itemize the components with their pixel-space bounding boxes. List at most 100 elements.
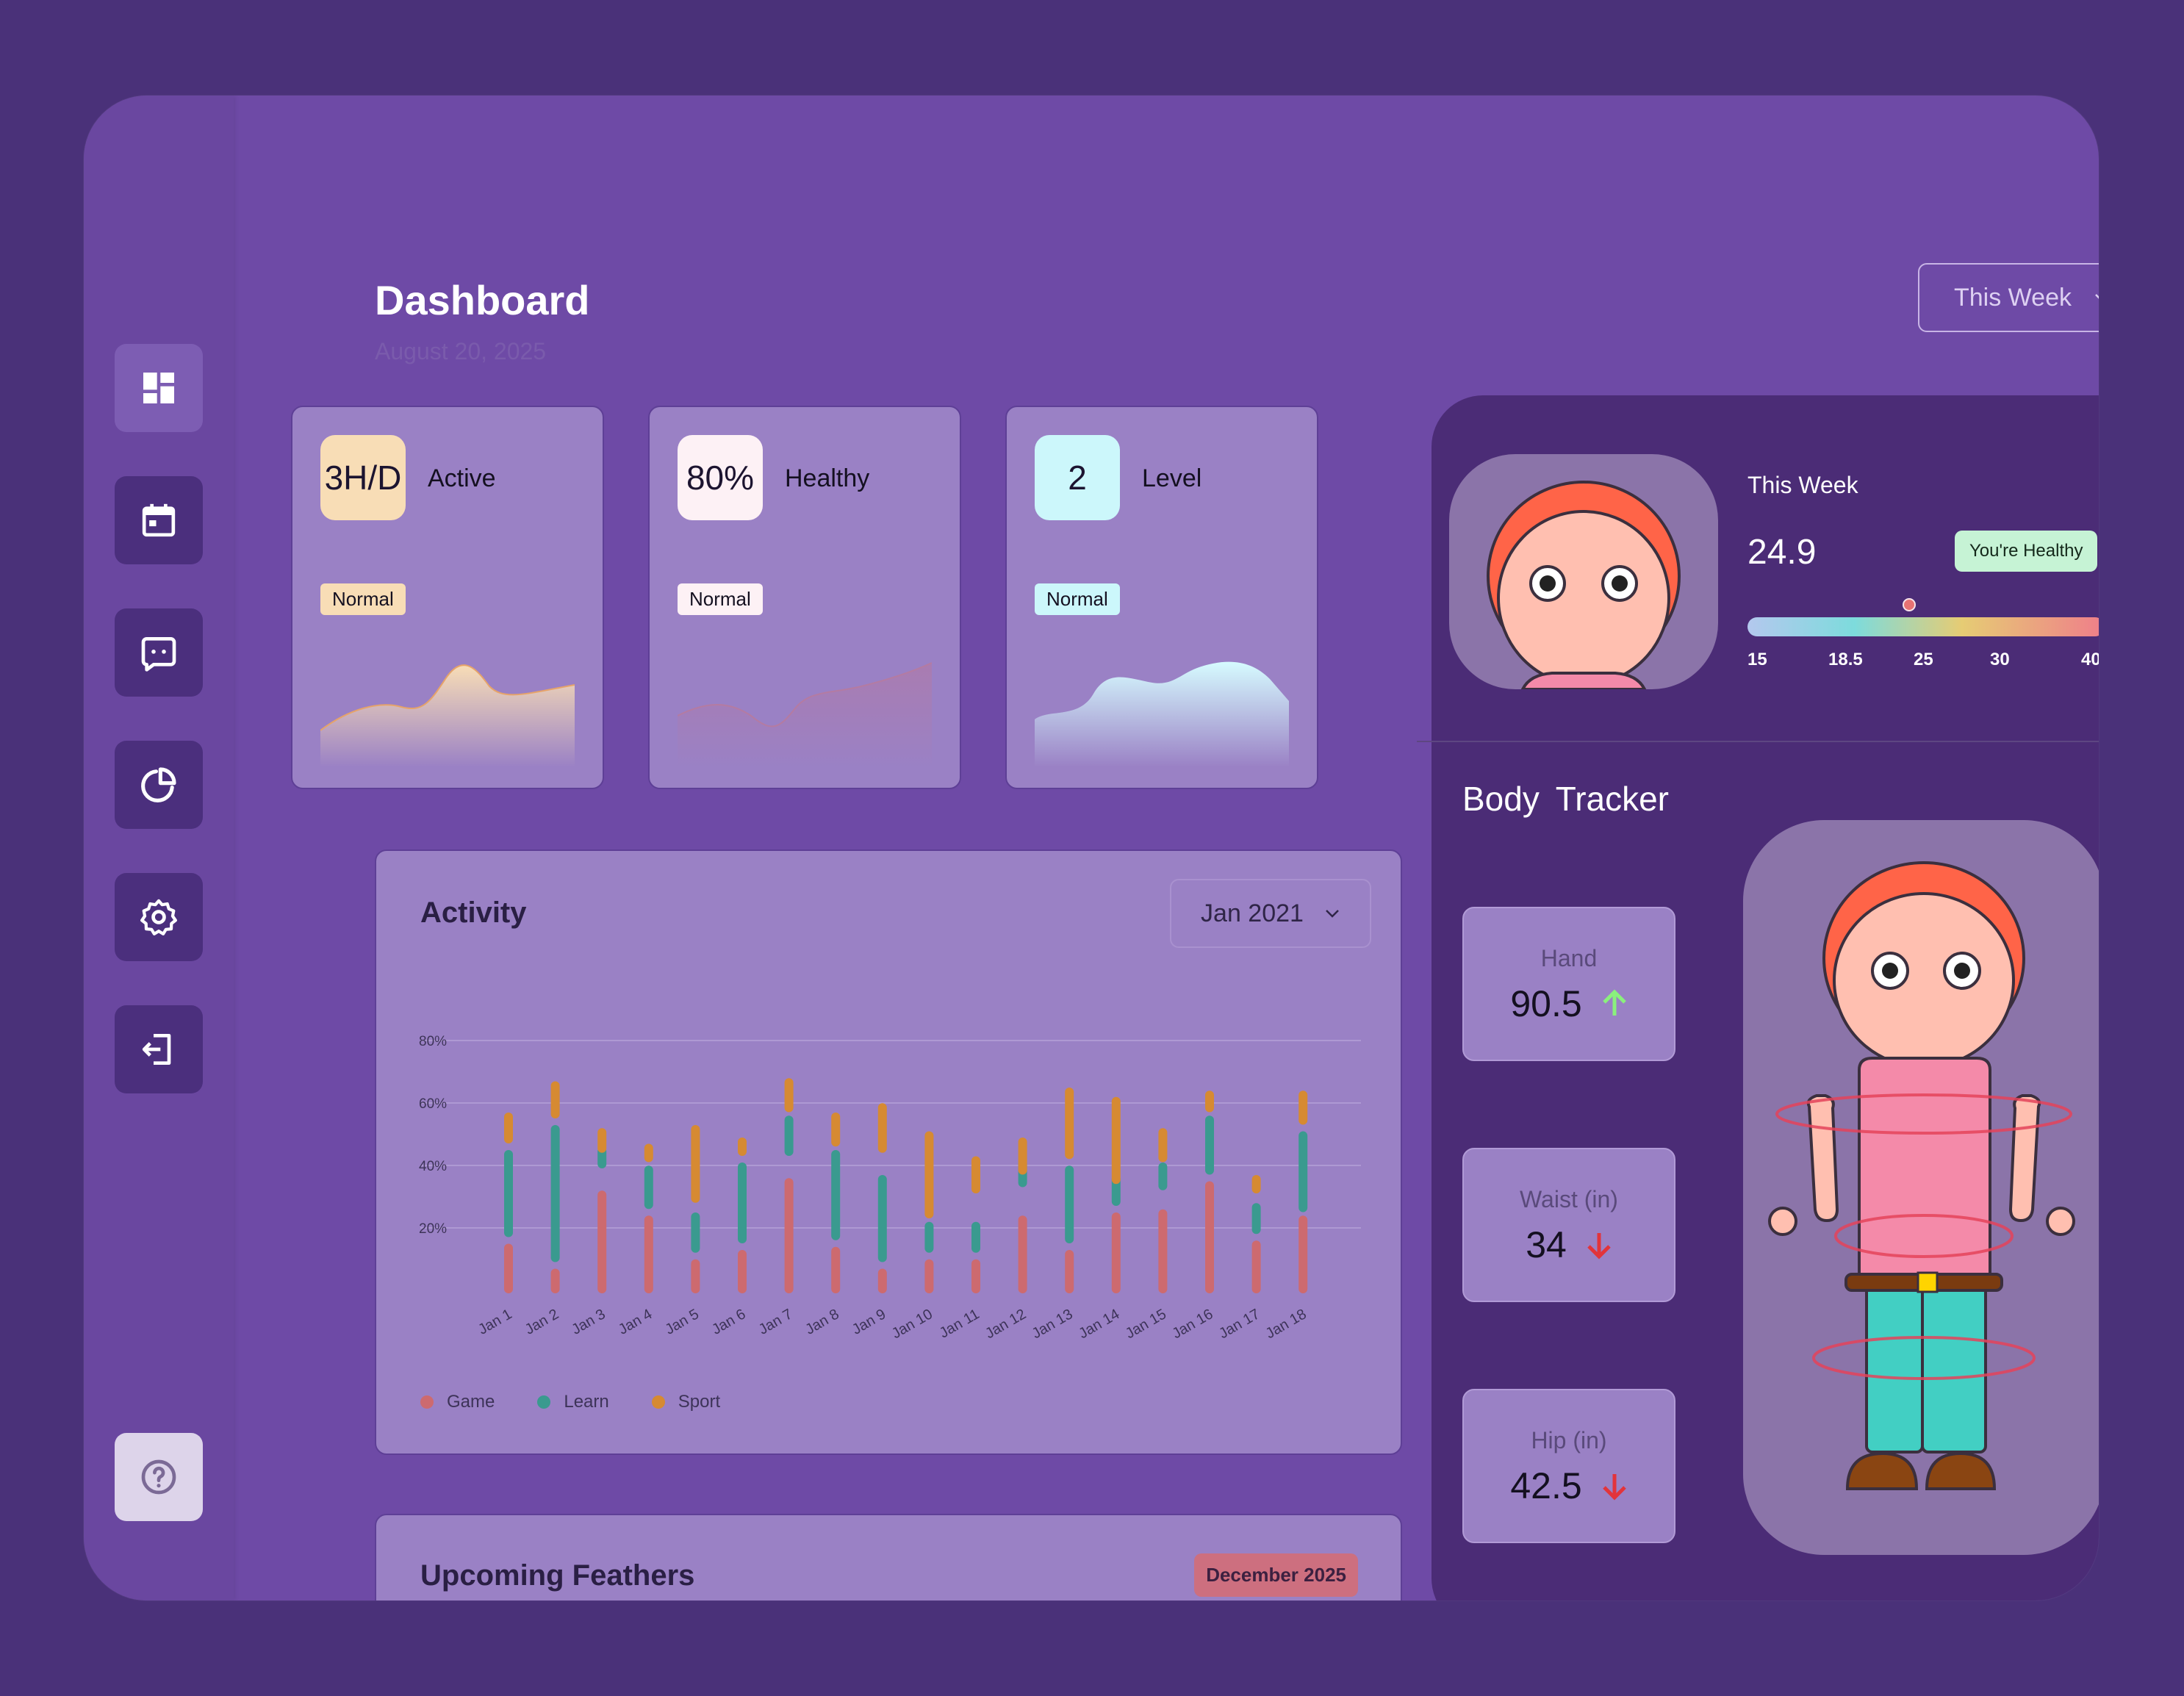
avatar [1449, 454, 1718, 689]
stat-value-box: 2 [1035, 435, 1120, 520]
y-tick-label: 40% [419, 1159, 447, 1174]
stat-card-healthy: 80% Healthy Normal [648, 406, 961, 789]
sparkline-chart [1035, 661, 1289, 767]
app-frame: Dashboard August 20, 2025 This Week 3H/D… [84, 96, 2099, 1600]
measure-value-row: 90.5 [1464, 982, 1674, 1025]
page-date: August 20, 2025 [375, 338, 547, 364]
stat-value-box: 80% [678, 435, 763, 520]
help-icon [141, 1459, 176, 1495]
x-tick-label: Jan 6 [709, 1306, 748, 1338]
stat-value: 3H/D [324, 459, 402, 497]
upcoming-title: Upcoming Feathers [420, 1559, 695, 1592]
health-status-badge: You're Healthy [1955, 531, 2098, 572]
stat-value-box: 3H/D [320, 435, 406, 520]
measure-card-hip[interactable]: Hip (in) 42.5 [1462, 1389, 1675, 1543]
upcoming-panel[interactable]: Upcoming Feathers December 2025 [375, 1514, 1402, 1600]
bmi-scale-bar [1747, 617, 2099, 636]
measure-value-row: 34 [1464, 1224, 1674, 1266]
x-tick-label: Jan 8 [802, 1306, 841, 1338]
calendar-icon [142, 503, 176, 537]
measure-label: Waist (in) [1520, 1186, 1618, 1212]
stat-card-level: 2 Level Normal [1005, 406, 1318, 789]
x-tick-label: Jan 7 [756, 1306, 795, 1338]
bmi-tick: 25 [1914, 650, 1933, 669]
health-panel: This Week 24.9 You're Healthy 15 18.5 25… [1417, 395, 2099, 1600]
logout-icon [142, 1034, 171, 1065]
arrow-down-icon [1587, 1233, 1611, 1260]
dashboard-icon [143, 373, 174, 403]
help-button[interactable] [115, 1433, 203, 1521]
y-tick-label: 80% [419, 1034, 447, 1049]
x-tick-label: Jan 4 [616, 1306, 655, 1338]
stat-label: Active [428, 464, 496, 492]
measure-value-row: 42.5 [1464, 1465, 1674, 1507]
legend-label: Game [447, 1392, 495, 1412]
nav-logout-button[interactable] [115, 1005, 203, 1093]
y-tick-label: 20% [419, 1221, 447, 1237]
nav-settings-button[interactable] [115, 873, 203, 961]
stat-value: 80% [686, 459, 755, 497]
body-figure-illustration [1768, 861, 2075, 1490]
nav-calendar-button[interactable] [115, 476, 203, 564]
legend-dot [420, 1395, 434, 1409]
bmi-period-label: This Week [1747, 472, 1858, 498]
bmi-tick: 15 [1747, 650, 1767, 669]
measure-value: 34 [1526, 1224, 1567, 1265]
x-tick-label: Jan 1 [475, 1306, 514, 1338]
page-title: Dashboard [375, 277, 590, 323]
pie-chart-icon [141, 767, 176, 802]
body-figure-card [1743, 820, 2099, 1555]
measure-card-hand[interactable]: Hand 90.5 [1462, 907, 1675, 1061]
legend-dot [651, 1395, 665, 1409]
chevron-down-icon [2095, 294, 2099, 299]
stat-label: Level [1142, 464, 1202, 492]
legend-dot [537, 1395, 551, 1409]
period-select[interactable]: This Week [1918, 263, 2099, 332]
legend-item-learn: Learn [537, 1392, 609, 1412]
nav-dashboard-button[interactable] [115, 344, 203, 432]
stat-label: Healthy [785, 464, 870, 492]
y-tick-label: 60% [419, 1096, 447, 1112]
bmi-scale-ticks: 15 18.5 25 30 40 [1747, 650, 2099, 672]
x-tick-label: Jan 5 [663, 1306, 702, 1338]
status-badge: Normal [320, 583, 406, 615]
period-select-label: This Week [1954, 283, 2072, 312]
sparkline-chart [678, 662, 932, 767]
x-tick-label: Jan 18 [1263, 1306, 1310, 1342]
x-tick-label: Jan 16 [1169, 1306, 1215, 1342]
activity-panel: Activity Jan 2021 20% 40% 60% 80% Jan 1 Jan 2… [375, 849, 1402, 1455]
date-badge: December 2025 [1194, 1553, 1358, 1597]
bmi-tick: 18.5 [1828, 650, 1863, 669]
measure-value: 90.5 [1510, 983, 1582, 1024]
x-tick-label: Jan 12 [983, 1306, 1029, 1342]
nav-messages-button[interactable] [115, 608, 203, 697]
x-tick-label: Jan 9 [849, 1306, 888, 1338]
bmi-value: 24.9 [1747, 533, 1817, 572]
arrow-up-icon [1602, 989, 1626, 1016]
status-badge: Normal [1035, 583, 1120, 615]
avatar-face-illustration [1487, 481, 1681, 689]
chat-icon [141, 637, 176, 672]
x-tick-label: Jan 14 [1076, 1306, 1122, 1342]
bmi-tick: 40 [2081, 650, 2099, 669]
stat-value: 2 [1068, 459, 1087, 497]
activity-bar-chart: 20%40%60%80%Jan 1 Jan 2 Jan 3 Jan 4 Jan 5 Jan… [419, 1034, 1361, 1342]
measure-value: 42.5 [1510, 1465, 1582, 1506]
measure-card-waist[interactable]: Waist (in) 34 [1462, 1148, 1675, 1302]
x-tick-label: Jan 13 [1030, 1306, 1076, 1342]
bmi-tick: 30 [1990, 650, 2010, 669]
legend-label: Sport [678, 1392, 721, 1412]
x-tick-label: Jan 17 [1216, 1306, 1262, 1342]
chart-legend: Game Learn Sport [420, 1392, 720, 1412]
body-tracker-title: Body Tracker [1462, 780, 1669, 818]
x-tick-label: Jan 3 [569, 1306, 608, 1338]
bmi-marker [1902, 598, 1916, 611]
x-tick-label: Jan 2 [522, 1306, 561, 1338]
stat-card-active: 3H/D Active Normal [291, 406, 604, 789]
x-tick-label: Jan 11 [937, 1306, 983, 1341]
sidebar [84, 96, 234, 1600]
nav-reports-button[interactable] [115, 741, 203, 829]
measure-label: Hand [1540, 945, 1598, 971]
gear-icon [140, 899, 177, 935]
arrow-down-icon [1602, 1474, 1626, 1501]
